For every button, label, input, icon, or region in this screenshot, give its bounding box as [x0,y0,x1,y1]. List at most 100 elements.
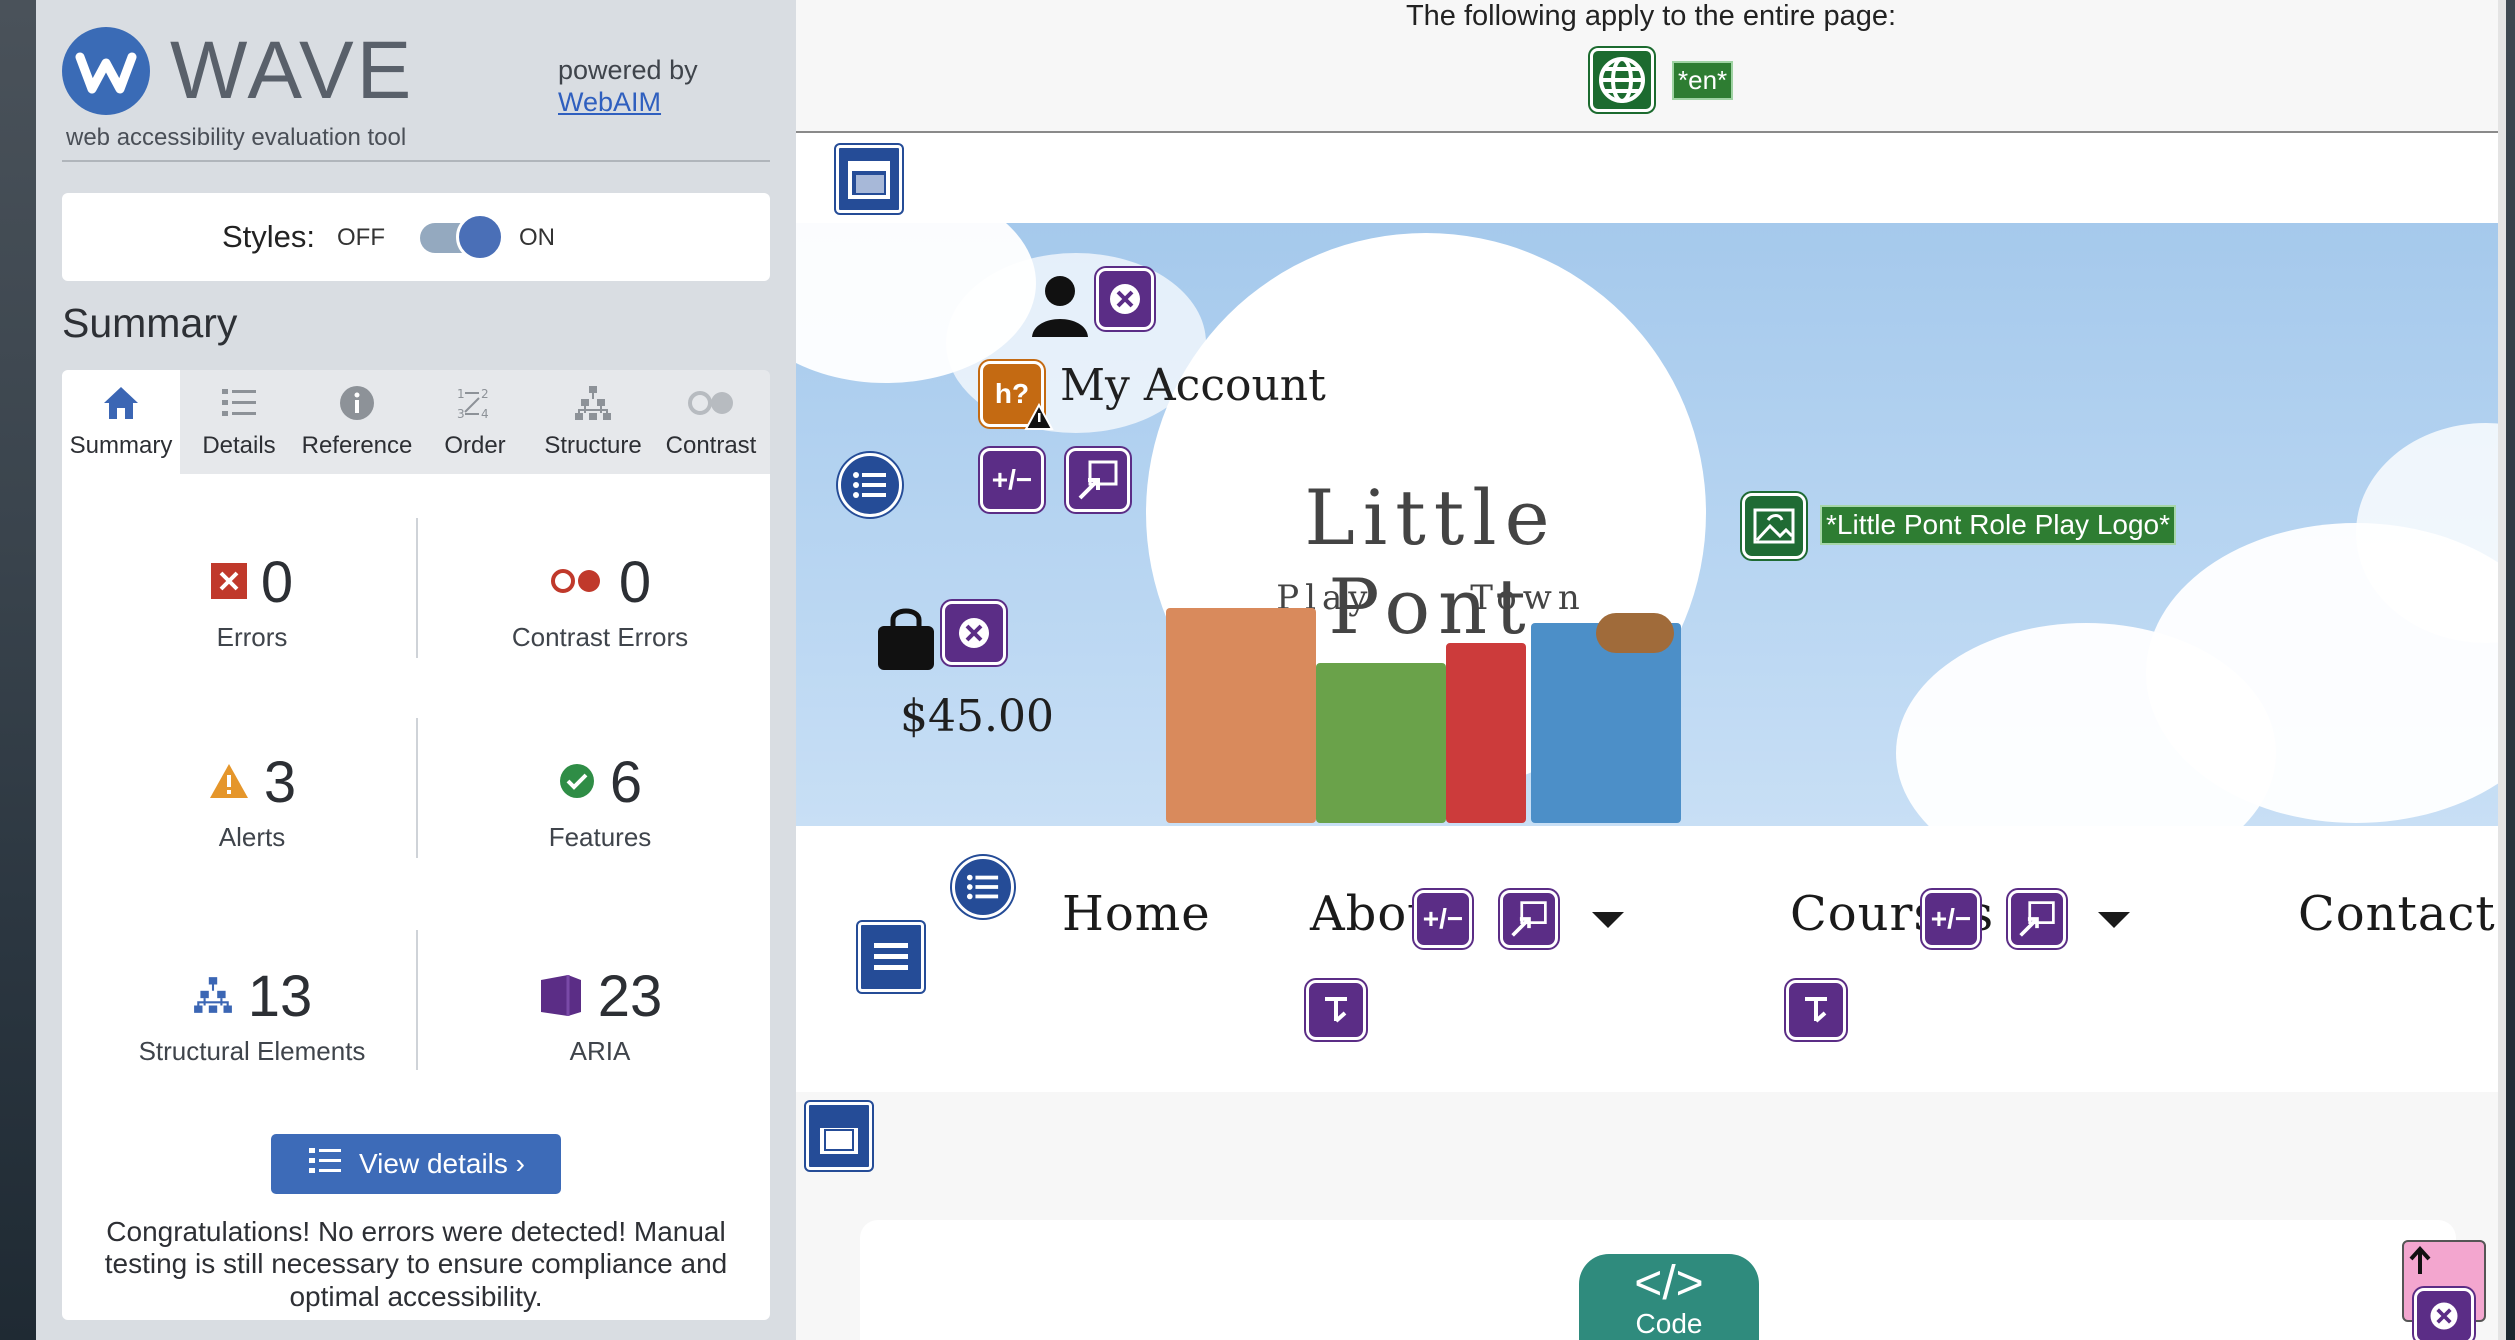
summary-panel: 0 Errors 0 Contrast Errors 3 Alerts 6 Fe… [62,474,770,1320]
tab-label: Order [444,432,506,459]
error-icon [210,562,247,604]
aria-expanded-icon[interactable]: +/− [1414,890,1472,948]
svg-text:1: 1 [457,387,465,401]
page-level-notes: The following apply to the entire page: … [796,0,2506,133]
aria-hidden-icon[interactable] [942,601,1006,665]
tab-summary[interactable]: Summary [62,370,180,474]
header-region-icon[interactable] [836,145,902,213]
warning-icon [1024,402,1054,436]
errors-count: 0 [260,550,294,615]
divider [62,160,770,162]
contrast-errors-count: 0 [618,550,652,615]
errors-label: Errors [216,622,288,652]
powered-by-label: powered by [558,55,698,85]
svg-text:3: 3 [457,407,465,421]
styles-off-label: OFF [337,224,385,251]
aria-expanded-icon[interactable]: +/− [1922,890,1980,948]
shop-illustration [1316,663,1446,823]
user-icon [1030,273,1090,344]
feature-icon [558,762,596,805]
page-scrollbar[interactable] [2498,0,2506,1340]
stat-contrast-errors[interactable]: 0 Contrast Errors [440,554,760,653]
code-label: Code [1635,1308,1703,1339]
tab-label: Details [202,432,276,459]
stat-features[interactable]: 6 Features [440,754,760,853]
wave-sidebar: WAVE web accessibility evaluation tool p… [36,0,796,1340]
contrast-icon [652,384,770,424]
powered-by: powered by WebAIM [558,54,698,119]
list-structure-icon[interactable] [952,856,1014,918]
desktop-background-left [0,0,36,1340]
wave-logo-text: WAVE [170,25,415,116]
tabindex-icon[interactable] [1786,980,1846,1040]
tab-structure[interactable]: Structure [534,370,652,474]
list-structure-icon[interactable] [838,453,902,517]
aria-popup-icon[interactable] [2008,890,2066,948]
stat-divider [416,930,418,1070]
evaluated-page: The following apply to the entire page: … [796,0,2506,1340]
features-label: Features [548,822,652,852]
aria-label: ARIA [569,1036,631,1066]
tab-label: Summary [69,432,173,459]
structure-icon [534,384,652,424]
nav-home[interactable]: Home [1062,886,1211,942]
tab-order[interactable]: 1 2 3 4 Order [416,370,534,474]
tab-details[interactable]: Details [180,370,298,474]
cart-total[interactable]: $45.00 [900,691,1054,742]
stat-divider [416,518,418,658]
aria-hidden-icon[interactable] [2414,1288,2474,1340]
svg-text:4: 4 [481,407,489,421]
my-account-link[interactable]: My Account [1060,360,1326,411]
summary-heading: Summary [62,300,238,346]
desktop-background-right [2506,0,2515,1340]
webaim-link[interactable]: WebAIM [558,87,661,117]
view-details-label: View details › [358,1148,525,1179]
entire-page-note: The following apply to the entire page: [1405,0,1897,32]
stat-structural[interactable]: 13 Structural Elements [92,968,412,1067]
features-count: 6 [609,750,643,815]
contrast-error-icon [549,566,605,601]
home-icon [62,384,180,424]
congrats-message: Congratulations! No errors were detected… [104,1216,728,1312]
stat-alerts[interactable]: 3 Alerts [92,754,412,853]
main-navigation: Home About +/− Courses +/− Contact [796,826,2506,1092]
info-icon [298,384,416,424]
aria-icon [538,972,584,1023]
code-toggle-button[interactable]: </> Code [1579,1254,1759,1340]
styles-label: Styles: [222,219,316,254]
alerts-label: Alerts [218,822,286,852]
styles-toggle-knob[interactable] [456,213,504,261]
tab-label: Reference [301,432,413,459]
aria-expanded-icon[interactable]: +/− [980,448,1044,512]
linked-image-icon[interactable] [1742,493,1806,559]
stat-errors[interactable]: 0 Errors [92,554,412,653]
structure-element-icon [192,975,234,1020]
contrast-errors-label: Contrast Errors [511,622,689,652]
styles-on-label: ON [519,224,555,251]
globe-icon[interactable] [1590,48,1654,112]
aria-popup-icon[interactable] [1500,890,1558,948]
stat-divider [416,718,418,858]
structural-label: Structural Elements [138,1036,366,1066]
tab-reference[interactable]: Reference [298,370,416,474]
language-tag: *en* [1672,61,1734,100]
tab-contrast[interactable]: Contrast [652,370,770,474]
stat-aria[interactable]: 23 ARIA [440,968,760,1067]
svg-text:2: 2 [481,387,489,401]
code-brackets-icon: </> [1634,1257,1704,1310]
courses-dropdown-caret[interactable] [2098,912,2130,928]
tabindex-icon[interactable] [1306,980,1366,1040]
nav-contact[interactable]: Contact [2298,886,2496,942]
wave-tabs: Summary Details Reference 1 2 3 4 Order Str… [62,370,770,474]
aria-hidden-icon[interactable] [1096,268,1154,330]
logo-alt-tag: *Little Pont Role Play Logo* [1820,505,2176,545]
shop-illustration [1446,643,1526,823]
tab-label: Contrast [665,432,757,459]
navigation-region-icon[interactable] [858,922,924,992]
aria-popup-icon[interactable] [1066,448,1130,512]
main-region-icon[interactable] [806,1102,872,1170]
view-details-button[interactable]: View details › [271,1134,561,1194]
shop-illustration [1166,608,1316,823]
about-dropdown-caret[interactable] [1592,912,1624,928]
tab-label: Structure [544,432,642,459]
